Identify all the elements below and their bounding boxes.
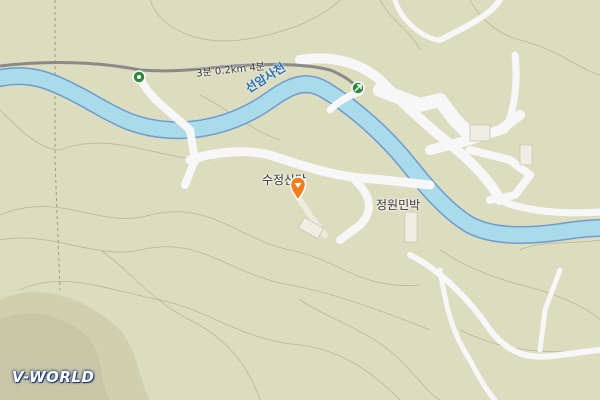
green-start-node-icon[interactable] — [132, 70, 146, 84]
map-pin-icon[interactable] — [289, 176, 307, 202]
place-label-jeongwon-minbak[interactable]: 정원민박 — [376, 196, 420, 213]
vworld-logo: V-WORLD — [12, 368, 95, 386]
green-direction-arrow-icon[interactable] — [351, 81, 365, 95]
map-canvas[interactable]: 3분 0.2km 4분 선암사천 수정산당 정원민박 V-WORLD — [0, 0, 600, 400]
